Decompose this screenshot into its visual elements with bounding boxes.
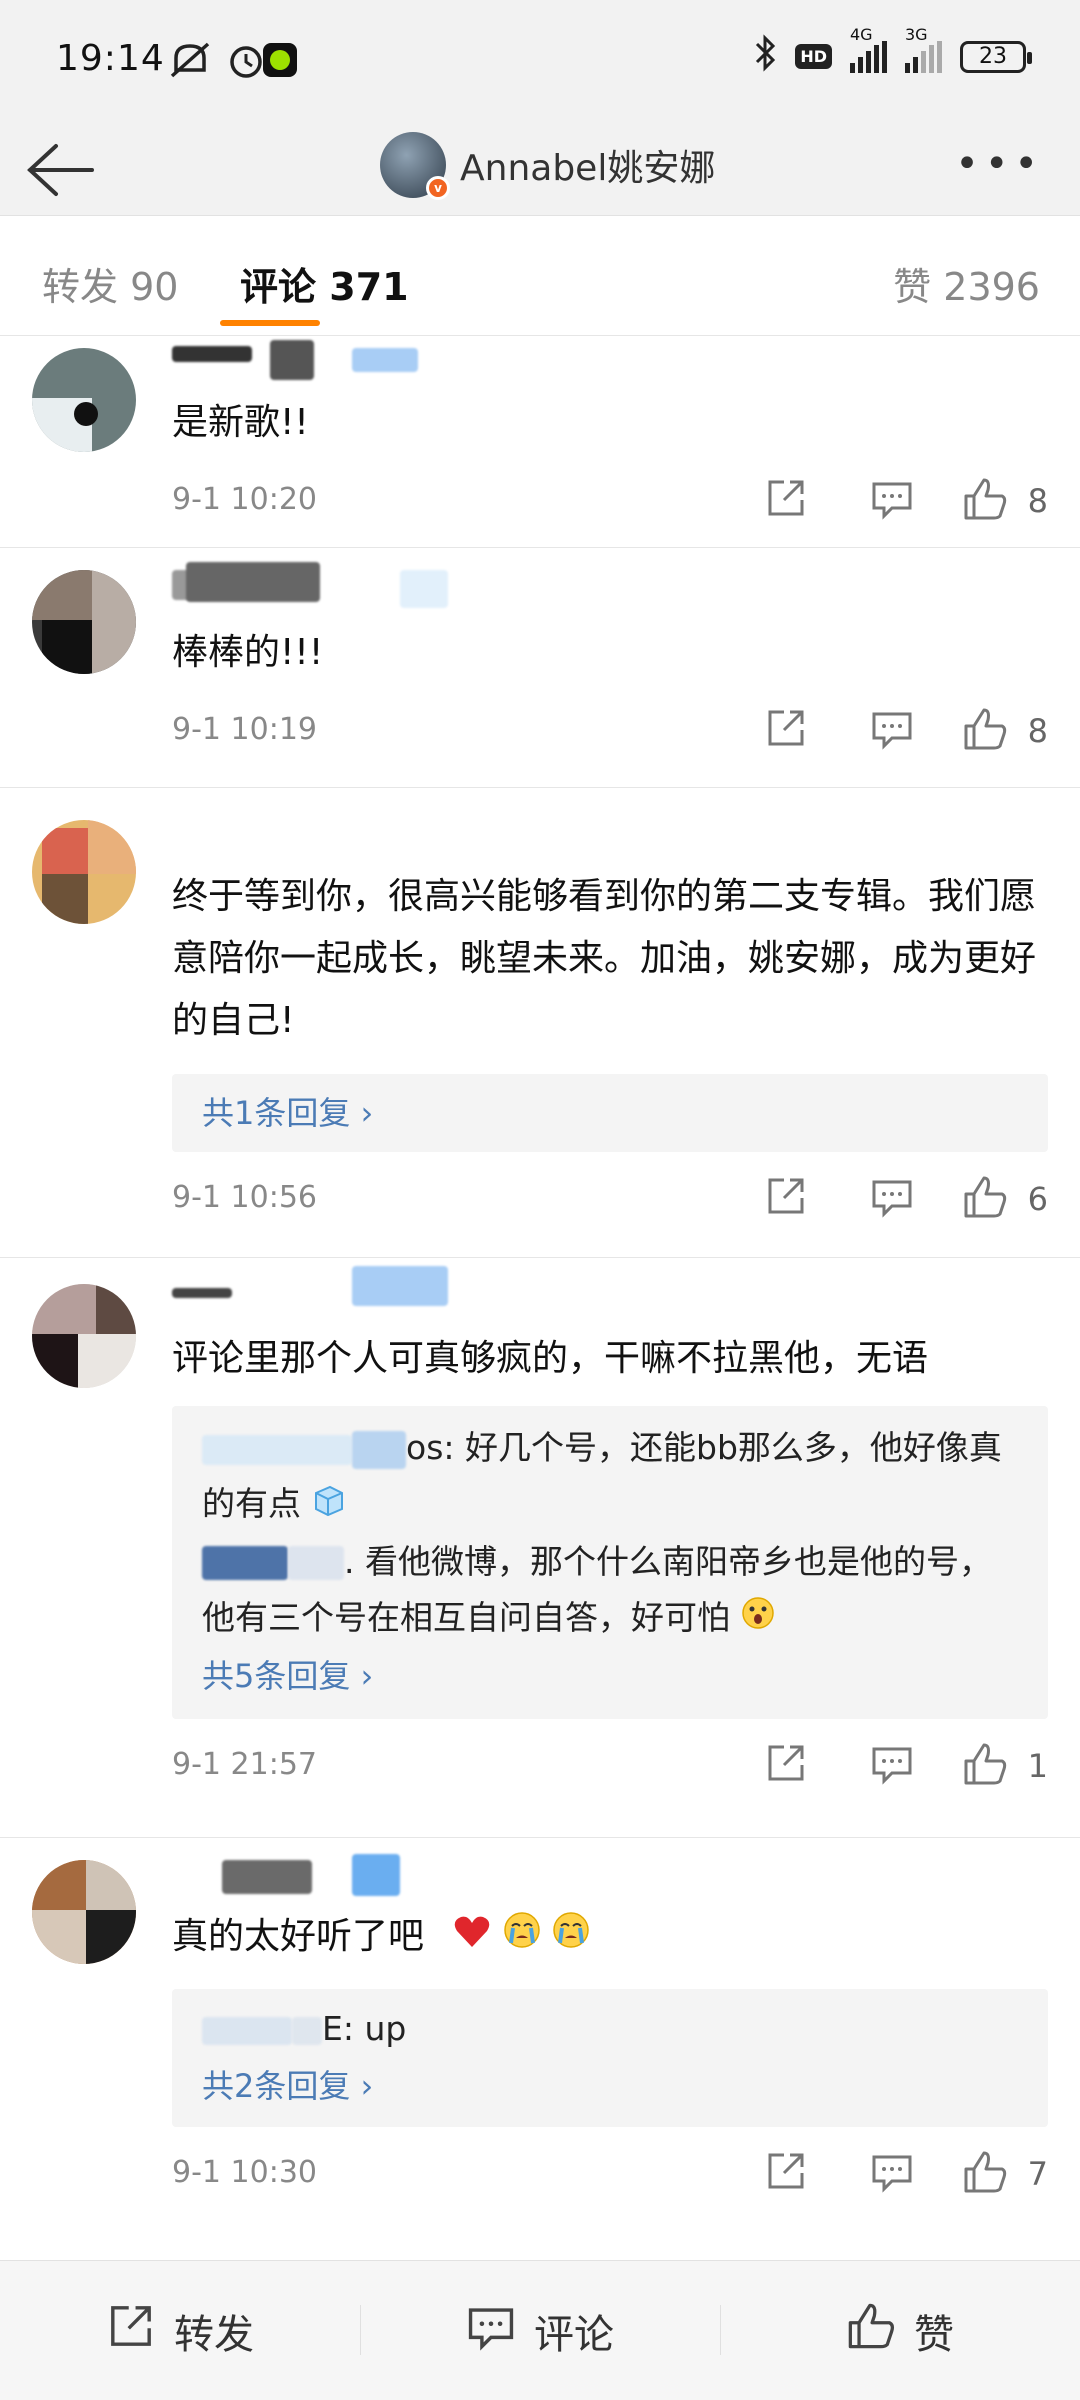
tab-likes[interactable]: 赞 2396 bbox=[893, 256, 1040, 311]
username[interactable] bbox=[172, 1838, 1048, 1906]
comment-text: 终于等到你，很高兴能够看到你的第二支专辑。我们愿意陪你一起成长，眺望未来。加油，… bbox=[172, 876, 1037, 1041]
alarm-icon bbox=[226, 40, 266, 89]
mute-icon bbox=[168, 40, 212, 89]
comment-time: 9-1 10:30 bbox=[172, 2155, 317, 2190]
bottom-action-bar: 转发 评论 赞 bbox=[0, 2260, 1080, 2400]
username[interactable] bbox=[172, 336, 1048, 392]
comment-label: 评论 bbox=[534, 2311, 614, 2358]
like-count: 1 bbox=[1027, 1747, 1048, 1785]
signal-4g-icon: 4G bbox=[850, 25, 887, 73]
comment-text: 真的太好听了吧 bbox=[172, 1906, 1048, 1969]
active-tab-indicator bbox=[220, 320, 320, 326]
share-icon[interactable] bbox=[764, 1174, 808, 1222]
share-icon[interactable] bbox=[764, 1741, 808, 1789]
crying-emoji-icon bbox=[552, 1907, 590, 1969]
like-icon bbox=[846, 2301, 896, 2361]
comment-icon[interactable] bbox=[870, 1174, 914, 1222]
like-button[interactable]: 赞 bbox=[720, 2261, 1080, 2400]
comment-icon[interactable] bbox=[870, 706, 914, 754]
shocked-emoji-icon bbox=[741, 1591, 775, 1647]
avatar[interactable] bbox=[32, 1860, 136, 1964]
comment-item: 终于等到你，很高兴能够看到你的第二支专辑。我们愿意陪你一起成长，眺望未来。加油，… bbox=[0, 788, 1080, 1258]
like-icon[interactable] bbox=[962, 2149, 1008, 2199]
view-replies-link[interactable]: 共1条回复 › bbox=[202, 1094, 373, 1132]
bluetooth-icon bbox=[753, 34, 777, 79]
tab-bar: 转发 90 评论 371 赞 2396 bbox=[0, 216, 1080, 336]
comment-text: 评论里那个人可真够疯的，干嘛不拉黑他，无语 bbox=[172, 1338, 929, 1379]
clock: 19:14 bbox=[56, 38, 165, 79]
verified-badge: v bbox=[426, 176, 450, 200]
reply-preview: E: up bbox=[202, 2001, 1018, 2057]
red-heart-emoji-icon bbox=[453, 1907, 491, 1969]
status-bar: 19:14 HD 4G 3G 23 bbox=[0, 0, 1080, 120]
avatar[interactable] bbox=[32, 348, 136, 452]
comment-item: 棒棒的!!! 9-1 10:19 8 bbox=[0, 548, 1080, 788]
comment-icon[interactable] bbox=[870, 476, 914, 524]
like-label: 赞 bbox=[914, 2311, 954, 2358]
avatar[interactable]: v bbox=[380, 132, 450, 200]
share-icon[interactable] bbox=[764, 706, 808, 754]
comment-item: 是新歌!! 9-1 10:20 8 bbox=[0, 336, 1080, 548]
hd-icon: HD bbox=[795, 44, 832, 69]
signal-3g-icon: 3G bbox=[905, 25, 942, 73]
comment-text: 是新歌!! bbox=[172, 402, 309, 443]
comment-icon bbox=[466, 2301, 516, 2361]
view-replies-link[interactable]: 共2条回复 › bbox=[202, 2057, 1018, 2115]
like-count: 8 bbox=[1027, 482, 1048, 520]
battery-icon: 23 bbox=[960, 40, 1032, 73]
like-icon[interactable] bbox=[962, 476, 1008, 526]
reply-box[interactable]: os: 好几个号，还能bb那么多，他好像真的有点 . 看他微博，那个什么南阳帝乡… bbox=[172, 1406, 1048, 1719]
page-title[interactable]: Annabel姚安娜 bbox=[460, 139, 715, 191]
username[interactable] bbox=[172, 548, 1048, 622]
ice-cube-emoji-icon bbox=[312, 1478, 346, 1534]
comment-item: 真的太好听了吧 E: up 共2条回复 › 9-1 10:30 7 bbox=[0, 1838, 1080, 2258]
like-icon[interactable] bbox=[962, 1174, 1008, 1224]
tab-reposts[interactable]: 转发 90 bbox=[42, 256, 178, 311]
app-notification-icon bbox=[262, 42, 298, 87]
avatar[interactable] bbox=[32, 1284, 136, 1388]
profile-header[interactable]: v Annabel姚安娜 bbox=[380, 132, 715, 200]
reply-preview: os: 好几个号，还能bb那么多，他好像真的有点 bbox=[202, 1420, 1018, 1534]
username[interactable] bbox=[172, 1258, 1048, 1328]
share-icon[interactable] bbox=[764, 476, 808, 524]
more-options-icon[interactable]: ••• bbox=[955, 144, 1044, 184]
like-icon[interactable] bbox=[962, 1741, 1008, 1791]
repost-label: 转发 bbox=[174, 2311, 254, 2358]
comment-button[interactable]: 评论 bbox=[360, 2261, 720, 2400]
reply-preview: . 看他微博，那个什么南阳帝乡也是他的号，他有三个号在相互自问自答，好可怕 bbox=[202, 1534, 1018, 1648]
repost-button[interactable]: 转发 bbox=[0, 2261, 360, 2400]
comment-time: 9-1 10:20 bbox=[172, 482, 317, 517]
tab-comments[interactable]: 评论 371 bbox=[240, 256, 409, 311]
like-count: 6 bbox=[1027, 1180, 1048, 1218]
comment-item: 评论里那个人可真够疯的，干嘛不拉黑他，无语 os: 好几个号，还能bb那么多，他… bbox=[0, 1258, 1080, 1838]
back-arrow-icon[interactable] bbox=[24, 138, 96, 202]
share-icon[interactable] bbox=[764, 2149, 808, 2197]
like-icon[interactable] bbox=[962, 706, 1008, 756]
share-icon bbox=[106, 2301, 156, 2361]
reply-box[interactable]: E: up 共2条回复 › bbox=[172, 1989, 1048, 2127]
like-count: 8 bbox=[1027, 712, 1048, 750]
comment-time: 9-1 10:56 bbox=[172, 1180, 317, 1215]
avatar[interactable] bbox=[32, 570, 136, 674]
view-replies-link[interactable]: 共5条回复 › bbox=[202, 1647, 1018, 1705]
crying-emoji-icon bbox=[503, 1907, 541, 1969]
like-count: 7 bbox=[1027, 2155, 1048, 2193]
reply-box[interactable]: 共1条回复 › bbox=[172, 1074, 1048, 1152]
comment-icon[interactable] bbox=[870, 1741, 914, 1789]
comment-text: 棒棒的!!! bbox=[172, 632, 324, 673]
comment-time: 9-1 21:57 bbox=[172, 1747, 317, 1782]
avatar[interactable] bbox=[32, 820, 136, 924]
comment-icon[interactable] bbox=[870, 2149, 914, 2197]
nav-bar: v Annabel姚安娜 ••• bbox=[0, 120, 1080, 216]
comment-time: 9-1 10:19 bbox=[172, 712, 317, 747]
